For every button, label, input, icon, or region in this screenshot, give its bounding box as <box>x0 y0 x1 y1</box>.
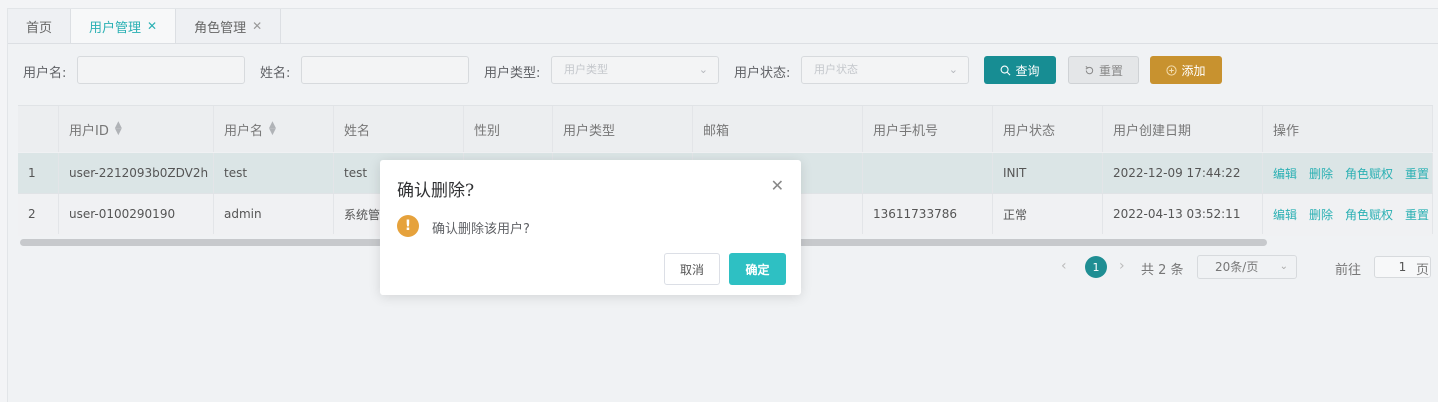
close-icon[interactable]: ✕ <box>771 176 784 195</box>
dialog-title: 确认删除? <box>397 181 475 201</box>
cancel-button[interactable]: 取消 <box>664 253 720 285</box>
confirm-button[interactable]: 确定 <box>729 253 786 285</box>
warning-icon: ! <box>397 215 419 237</box>
dialog-message: 确认删除该用户? <box>432 222 530 237</box>
confirm-delete-dialog: 确认删除? ✕ ! 确认删除该用户? 取消 确定 <box>380 160 801 295</box>
